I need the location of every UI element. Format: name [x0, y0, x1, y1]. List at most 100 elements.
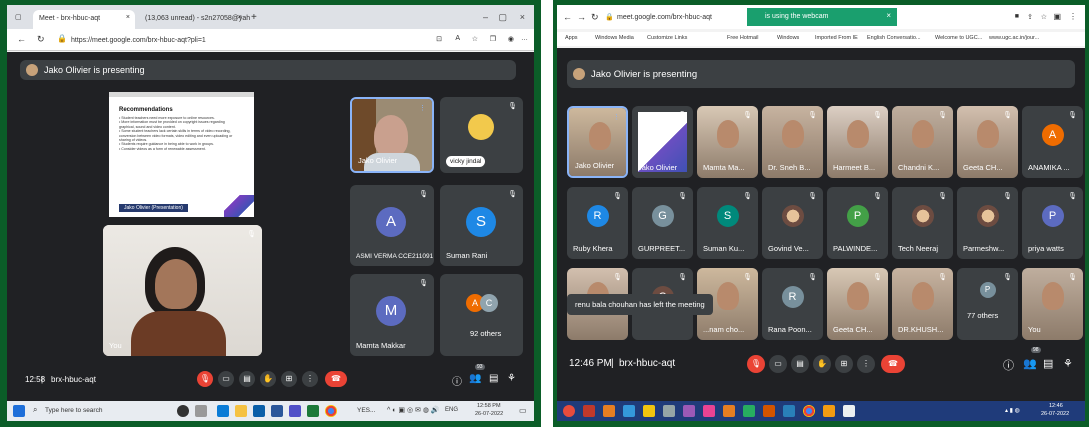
camera-toggle-button[interactable]: ▭: [769, 355, 787, 373]
window-menu-icon[interactable]: ▢: [15, 13, 22, 21]
more-options-button[interactable]: ⋮: [857, 355, 875, 373]
extensions-icon[interactable]: ▣: [1053, 12, 1061, 21]
app-icon[interactable]: [783, 405, 795, 417]
url-field[interactable]: meet.google.com/brx-hbuc-aqt: [617, 11, 712, 24]
participant-tile[interactable]: 🎙 Harmeet B...: [827, 106, 888, 178]
participant-tile[interactable]: 🎙 Chandni K...: [892, 106, 953, 178]
more-icon[interactable]: …: [521, 35, 528, 42]
raise-hand-button[interactable]: ✋: [260, 371, 276, 387]
bookmark-item[interactable]: Welcome to UGC...: [935, 35, 982, 41]
participant-tile-jako[interactable]: ⋮ Jako Olivier: [350, 97, 434, 173]
participant-tile-asmi[interactable]: A 🎙 ASMI VERMA CCE211091: [350, 185, 434, 266]
bookmark-item[interactable]: Windows: [777, 35, 799, 41]
star-icon[interactable]: ☆: [1041, 13, 1047, 21]
present-button[interactable]: ⊞: [281, 371, 297, 387]
word-icon[interactable]: [271, 405, 283, 417]
bookmark-item[interactable]: Windows Media: [595, 35, 634, 41]
participant-tile[interactable]: P 🎙 77 others: [957, 268, 1018, 340]
participant-tile[interactable]: R 🎙 Rana Poon...: [762, 268, 823, 340]
bookmark-item[interactable]: Imported From IE: [815, 35, 858, 41]
app-icon[interactable]: [583, 405, 595, 417]
reload-icon[interactable]: ↻: [591, 12, 599, 23]
participant-tile[interactable]: 🎙 Geeta CH...: [827, 268, 888, 340]
share-icon[interactable]: ⇪: [1027, 13, 1033, 21]
participant-tile[interactable]: P 🎙 PALWINDE...: [827, 187, 888, 259]
app-icon[interactable]: [289, 405, 301, 417]
close-tab-icon[interactable]: ×: [238, 14, 242, 21]
start-icon[interactable]: [13, 405, 25, 417]
cortana-icon[interactable]: [177, 405, 189, 417]
tray-icons[interactable]: ▴ ▮ ◍: [1005, 407, 1020, 414]
chrome-icon[interactable]: [325, 405, 337, 417]
app-icon[interactable]: [743, 405, 755, 417]
reader-icon[interactable]: ⊡: [436, 35, 442, 43]
participant-tile-mamta[interactable]: M 🎙 Mamta Makkar: [350, 274, 434, 356]
back-icon[interactable]: ←: [563, 12, 572, 22]
language-indicator[interactable]: ENG: [445, 407, 458, 413]
profile-icon[interactable]: ◉: [508, 35, 514, 43]
bookmark-item[interactable]: Free Hotmail: [727, 35, 758, 41]
task-view-icon[interactable]: [195, 405, 207, 417]
people-icon[interactable]: 👥: [1023, 357, 1037, 370]
read-aloud-icon[interactable]: A: [455, 35, 460, 42]
app-icon[interactable]: [603, 405, 615, 417]
file-explorer-icon[interactable]: [235, 405, 247, 417]
new-tab-icon[interactable]: +: [251, 12, 257, 23]
participant-tile[interactable]: 🎙 Parmeshw...: [957, 187, 1018, 259]
app-icon[interactable]: [843, 405, 855, 417]
participant-tile-vicky[interactable]: 🎙 vicky jindal: [440, 97, 523, 173]
bookmark-item[interactable]: English Conversatio...: [867, 35, 921, 41]
taskbar-search-input[interactable]: Type here to search: [45, 407, 102, 414]
participant-tile[interactable]: 🎙 Geeta CH...: [957, 106, 1018, 178]
folder-icon[interactable]: [643, 405, 655, 417]
menu-icon[interactable]: ⋮: [1069, 12, 1077, 21]
chat-icon[interactable]: ▤: [489, 373, 498, 384]
participant-tile[interactable]: 🎙 Jako Olivier: [632, 106, 693, 178]
self-video-tile[interactable]: 🎙 You: [103, 225, 262, 356]
edge-icon[interactable]: [217, 405, 229, 417]
app-icon[interactable]: [703, 405, 715, 417]
raise-hand-button[interactable]: ✋: [813, 355, 831, 373]
people-icon[interactable]: 👥: [469, 373, 481, 384]
participant-tile[interactable]: 🎙 DR.KHUSH...: [892, 268, 953, 340]
bookmark-item[interactable]: www.ugc.ac.in/jour...: [989, 35, 1039, 41]
participant-tile[interactable]: G 🎙 GURPREET...: [632, 187, 693, 259]
favorite-icon[interactable]: ☆: [472, 35, 478, 43]
tray-icons[interactable]: ^ ◐ ▣ ◎ ✉ ◍ 🔊: [387, 406, 440, 414]
end-call-button[interactable]: ☎: [881, 355, 905, 373]
notification-icon[interactable]: ▭: [519, 406, 527, 415]
app-icon[interactable]: [623, 405, 635, 417]
app-icon[interactable]: [663, 405, 675, 417]
close-icon[interactable]: ×: [886, 11, 891, 20]
captions-button[interactable]: ▤: [791, 355, 809, 373]
participant-tile[interactable]: S 🎙 Suman Ku...: [697, 187, 758, 259]
others-tile[interactable]: A C 92 others: [440, 274, 523, 356]
camera-indicator-icon[interactable]: ■: [1015, 13, 1019, 20]
present-button[interactable]: ⊞: [835, 355, 853, 373]
info-icon[interactable]: ⓘ: [1003, 357, 1014, 373]
app-icon[interactable]: [683, 405, 695, 417]
participant-tile[interactable]: A 🎙 ANAMIKA ...: [1022, 106, 1083, 178]
tab-meet[interactable]: Meet - brx-hbuc-aqt ×: [33, 10, 135, 29]
mic-toggle-button[interactable]: 🎙: [197, 371, 213, 387]
back-icon[interactable]: ←: [17, 34, 26, 44]
participant-tile[interactable]: R 🎙 Ruby Khera: [567, 187, 628, 259]
participant-tile[interactable]: 🎙 Dr. Sneh B...: [762, 106, 823, 178]
chat-icon[interactable]: ▤: [1043, 357, 1053, 370]
url-field[interactable]: https://meet.google.com/brx-hbuc-aqt?pli…: [71, 34, 206, 47]
bookmark-item[interactable]: Apps: [565, 35, 578, 41]
participant-tile[interactable]: 🎙 You: [1022, 268, 1083, 340]
collections-icon[interactable]: ❐: [490, 35, 496, 43]
search-icon[interactable]: ⌕: [33, 405, 37, 415]
app-icon[interactable]: [823, 405, 835, 417]
info-icon[interactable]: ⓘ: [452, 373, 462, 388]
minimize-icon[interactable]: –: [483, 12, 488, 22]
more-options-button[interactable]: ⋮: [302, 371, 318, 387]
app-icon[interactable]: [307, 405, 319, 417]
close-tab-icon[interactable]: ×: [126, 14, 130, 21]
vlc-icon[interactable]: [723, 405, 735, 417]
chrome-icon[interactable]: [803, 405, 815, 417]
app-icon[interactable]: [763, 405, 775, 417]
activities-icon[interactable]: ⚘: [507, 373, 516, 384]
end-call-button[interactable]: ☎: [325, 371, 347, 387]
